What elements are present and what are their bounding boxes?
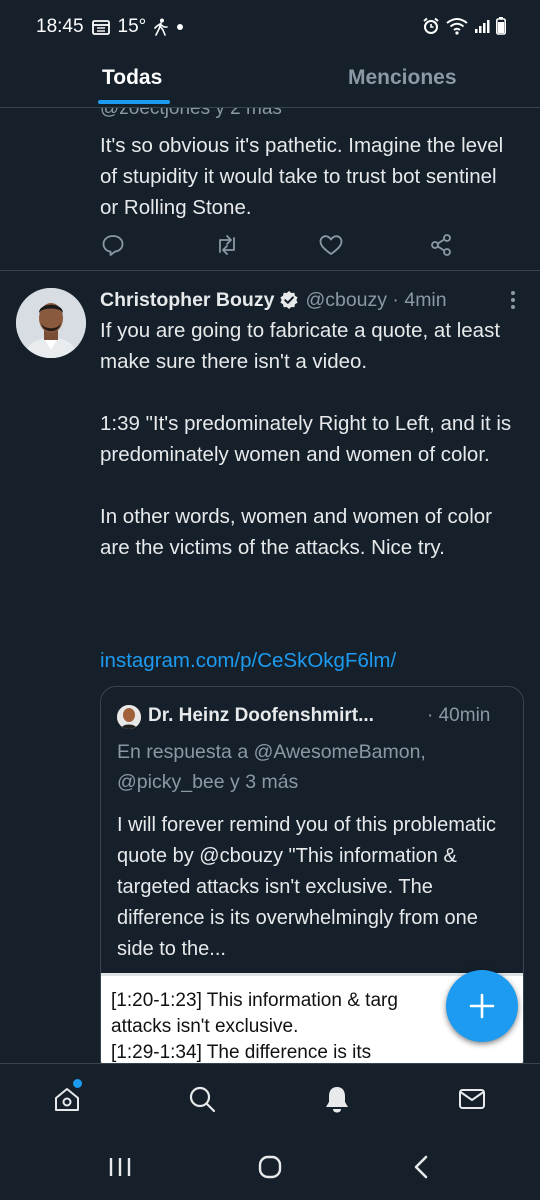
- signal-icon: [475, 20, 490, 33]
- clock: 18:45: [36, 16, 84, 37]
- notification-tabs: Todas Menciones: [0, 52, 540, 108]
- home-circle-icon[interactable]: [256, 1153, 284, 1181]
- calendar-icon: [91, 20, 110, 35]
- tweet-actions: [100, 232, 460, 258]
- tweet-link[interactable]: instagram.com/p/CeSkOkgF6lm/: [100, 649, 396, 673]
- quote-time: · 40min: [427, 705, 491, 726]
- reply-context[interactable]: @zoectjones y 2 más: [100, 108, 282, 120]
- system-navigation: [0, 1133, 540, 1200]
- tab-todas[interactable]: Todas: [102, 66, 162, 90]
- temperature: 15°: [117, 16, 147, 37]
- plus-icon: [469, 993, 495, 1019]
- wifi-icon: [446, 18, 468, 35]
- more-options-icon[interactable]: [505, 288, 521, 312]
- status-right: [422, 17, 506, 35]
- verified-icon: [280, 291, 299, 309]
- status-left: 18:45 15°: [36, 16, 184, 38]
- tweet-text: If you are going to fabricate a quote, a…: [100, 319, 512, 559]
- back-icon[interactable]: [408, 1153, 436, 1181]
- status-bar: 18:45 15°: [0, 0, 540, 52]
- avatar[interactable]: [16, 288, 86, 358]
- reply-icon[interactable]: [100, 232, 126, 258]
- retweet-icon[interactable]: [214, 232, 240, 258]
- notification-feed[interactable]: @zoectjones y 2 más It's so obvious it's…: [0, 108, 540, 1063]
- tab-menciones[interactable]: Menciones: [348, 66, 457, 90]
- walking-icon: [154, 18, 169, 36]
- compose-button[interactable]: [446, 970, 518, 1042]
- home-icon[interactable]: [52, 1084, 82, 1114]
- handle-and-time: @cbouzy · 4min: [305, 288, 447, 311]
- notifications-icon[interactable]: [322, 1084, 352, 1114]
- active-tab-indicator: [98, 100, 170, 104]
- dot-icon: [177, 24, 184, 30]
- battery-icon: [496, 17, 506, 35]
- search-icon[interactable]: [187, 1084, 217, 1114]
- previous-tweet-text: It's so obvious it's pathetic. Imagine t…: [100, 134, 504, 219]
- messages-icon[interactable]: [457, 1084, 487, 1114]
- share-icon[interactable]: [428, 232, 454, 258]
- quote-text: I will forever remind you of this proble…: [117, 814, 497, 960]
- home-unread-dot: [73, 1079, 82, 1088]
- bottom-navigation: [0, 1063, 540, 1133]
- recents-icon[interactable]: [106, 1153, 134, 1181]
- tweet-header: Christopher Bouzy @cbouzy · 4min: [100, 286, 447, 314]
- tweet-divider: [0, 270, 540, 271]
- alarm-icon: [423, 17, 439, 34]
- quote-reply-context: En respuesta a @AwesomeBamon, @picky_bee…: [117, 741, 426, 793]
- author-name[interactable]: Christopher Bouzy: [100, 289, 274, 312]
- quote-author-name: Dr. Heinz Doofenshmirt...: [148, 705, 374, 726]
- like-icon[interactable]: [318, 232, 344, 258]
- quote-avatar: [117, 705, 141, 729]
